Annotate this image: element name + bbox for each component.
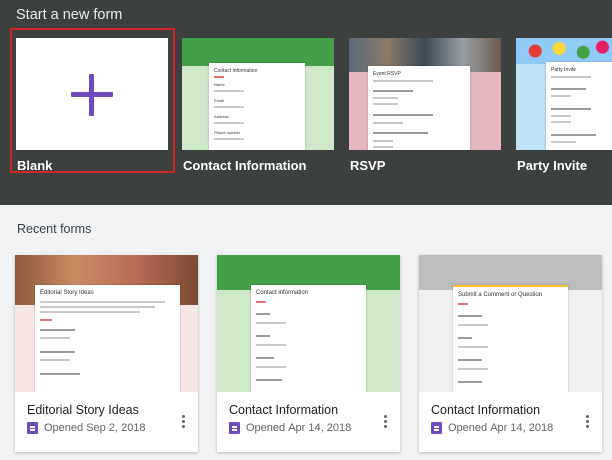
template-rsvp[interactable]: Event RSVP RSVP bbox=[349, 38, 501, 173]
google-forms-icon bbox=[229, 422, 240, 434]
section-title-recent: Recent forms bbox=[17, 222, 92, 236]
recent-form-name: Editorial Story Ideas bbox=[27, 403, 139, 417]
balloon-photo-header bbox=[516, 38, 612, 64]
opened-date: Apr 14, 2018 bbox=[288, 422, 352, 434]
more-vert-icon[interactable] bbox=[182, 415, 186, 431]
preview-field: Address bbox=[214, 114, 229, 119]
more-vert-icon[interactable] bbox=[384, 415, 388, 431]
preview-field: Email bbox=[214, 98, 225, 103]
template-label: RSVP bbox=[350, 158, 386, 173]
template-party-thumbnail[interactable]: Party Invite bbox=[516, 38, 612, 150]
template-label: Party Invite bbox=[517, 158, 588, 173]
preview-title: Contact information bbox=[214, 68, 258, 74]
preview-title: Party Invite bbox=[551, 67, 577, 73]
form-preview-paper: Event RSVP bbox=[368, 66, 470, 150]
form-preview-paper: Submit a Comment or Question bbox=[453, 285, 568, 392]
form-preview-paper: Contact information Name Email Address P… bbox=[209, 63, 305, 150]
more-vert-icon[interactable] bbox=[586, 415, 590, 431]
opened-label: Opened bbox=[44, 422, 84, 434]
recent-form-meta: Opened Sep 2, 2018 bbox=[27, 422, 146, 434]
recent-form-name: Contact Information bbox=[229, 403, 339, 417]
template-label: Blank bbox=[17, 158, 53, 173]
template-blank-thumbnail[interactable] bbox=[16, 38, 168, 150]
template-party-invite[interactable]: Party Invite Party Invite bbox=[516, 38, 612, 173]
google-forms-icon bbox=[431, 422, 442, 434]
preview-title: Contact information bbox=[256, 290, 309, 296]
recent-form-thumbnail[interactable]: Editorial Story Ideas bbox=[15, 255, 198, 392]
recent-form-thumbnail[interactable]: Submit a Comment or Question bbox=[419, 255, 602, 392]
preview-title: Submit a Comment or Question bbox=[458, 292, 543, 298]
form-preview-paper: Party Invite bbox=[546, 62, 612, 150]
form-preview-paper: Contact information bbox=[251, 285, 366, 392]
template-contact-information[interactable]: Contact information Name Email Address P… bbox=[182, 38, 334, 173]
template-contact-thumbnail[interactable]: Contact information Name Email Address P… bbox=[182, 38, 334, 150]
preview-field: Name bbox=[214, 82, 225, 87]
opened-date: Sep 2, 2018 bbox=[86, 422, 146, 434]
preview-field: Phone number bbox=[214, 130, 241, 135]
recent-form-card[interactable]: Contact information Contact Information … bbox=[217, 255, 400, 452]
preview-title: Event RSVP bbox=[373, 71, 401, 77]
form-preview-paper: Editorial Story Ideas bbox=[35, 285, 180, 392]
opened-label: Opened bbox=[448, 422, 488, 434]
template-blank[interactable]: Blank bbox=[16, 38, 168, 173]
recent-form-card[interactable]: Submit a Comment or Question Contact Inf… bbox=[419, 255, 602, 452]
plus-icon bbox=[71, 74, 113, 116]
google-forms-icon bbox=[27, 422, 38, 434]
start-new-form-section: Start a new form Blank Contact informati… bbox=[0, 0, 612, 205]
recent-form-thumbnail[interactable]: Contact information bbox=[217, 255, 400, 392]
template-label: Contact Information bbox=[183, 158, 307, 173]
recent-form-meta: Opened Apr 14, 2018 bbox=[229, 422, 351, 434]
recent-form-meta: Opened Apr 14, 2018 bbox=[431, 422, 553, 434]
opened-date: Apr 14, 2018 bbox=[490, 422, 554, 434]
recent-form-card[interactable]: Editorial Story Ideas Editorial Story Id… bbox=[15, 255, 198, 452]
opened-label: Opened bbox=[246, 422, 286, 434]
preview-title: Editorial Story Ideas bbox=[40, 290, 94, 296]
green-header-band bbox=[182, 38, 334, 66]
recent-form-name: Contact Information bbox=[431, 403, 541, 417]
section-title-start: Start a new form bbox=[16, 7, 123, 23]
template-rsvp-thumbnail[interactable]: Event RSVP bbox=[349, 38, 501, 150]
